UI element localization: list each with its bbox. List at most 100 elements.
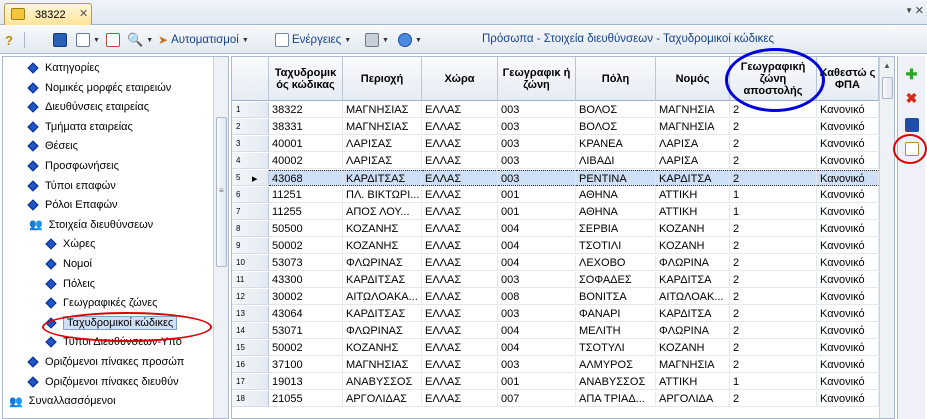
globe-dropdown-icon[interactable]: ▼ — [415, 37, 422, 44]
add-button[interactable]: ✚ — [903, 66, 920, 83]
table-cell[interactable]: 30002 — [269, 289, 343, 305]
table-cell[interactable]: ΜΑΓΝΗΣΙΑΣ — [343, 119, 422, 135]
globe-icon[interactable]: ▼ — [398, 31, 422, 49]
table-cell[interactable]: ΚΑΡΔΙΤΣΑ — [656, 170, 730, 186]
table-cell[interactable]: ΑΙΤΩΛΟΑΚ... — [656, 289, 730, 305]
table-cell[interactable]: 004 — [498, 221, 576, 237]
table-cell[interactable]: Κανονικό — [817, 102, 879, 118]
table-cell[interactable]: 43064 — [269, 306, 343, 322]
new-record-dropdown-icon[interactable]: ▼ — [93, 37, 100, 44]
table-cell[interactable]: ΦΛΩΡΙΝΑ — [656, 255, 730, 271]
table-cell[interactable]: ΚΟΖΑΝΗ — [656, 340, 730, 356]
table-cell[interactable]: Κανονικό — [817, 221, 879, 237]
table-cell[interactable]: ΕΛΛΑΣ — [422, 374, 498, 390]
column-header[interactable]: Περιοχή — [343, 57, 422, 101]
table-cell[interactable]: 11255 — [269, 204, 343, 220]
print-dropdown-icon[interactable]: ▼ — [382, 37, 389, 44]
row-number[interactable]: 16 — [232, 357, 269, 373]
search-dropdown-icon[interactable]: ▼ — [146, 37, 153, 44]
table-cell[interactable]: 2 — [730, 136, 817, 152]
table-cell[interactable]: 003 — [498, 119, 576, 135]
table-cell[interactable]: ΚΟΖΑΝΗΣ — [343, 221, 422, 237]
tree-item[interactable]: Οριζόμενοι πίνακες προσώπ — [27, 353, 184, 371]
tree-item[interactable]: Κατηγορίες — [27, 59, 100, 77]
row-number[interactable]: 14 — [232, 323, 269, 339]
table-cell[interactable]: Κανονικό — [817, 153, 879, 169]
table-cell[interactable]: ΕΛΛΑΣ — [422, 153, 498, 169]
table-cell[interactable]: 19013 — [269, 374, 343, 390]
tree-item[interactable]: Χώρες — [45, 235, 95, 253]
tree-scrollbar[interactable]: ≡ — [213, 57, 228, 418]
table-cell[interactable]: ΚΑΡΔΙΤΣΑΣ — [343, 272, 422, 288]
save-icon[interactable] — [53, 31, 67, 49]
table-cell[interactable]: ΑΘΗΝΑ — [576, 204, 656, 220]
table-cell[interactable]: ΜΑΓΝΗΣΙΑ — [656, 102, 730, 118]
table-cell[interactable]: ΕΛΛΑΣ — [422, 221, 498, 237]
column-header[interactable]: Πόλη — [576, 57, 656, 101]
table-cell[interactable]: ΛΙΒΑΔΙ — [576, 153, 656, 169]
table-cell[interactable]: ΚΟΖΑΝΗΣ — [343, 238, 422, 254]
table-cell[interactable]: ΤΣΟΤΙΛΙ — [576, 238, 656, 254]
table-cell[interactable]: 37100 — [269, 357, 343, 373]
table-cell[interactable]: Κανονικό — [817, 374, 879, 390]
table-cell[interactable]: ΕΛΛΑΣ — [422, 340, 498, 356]
table-cell[interactable]: ΛΑΡΙΣΑ — [656, 136, 730, 152]
table-cell[interactable]: ΕΛΛΑΣ — [422, 357, 498, 373]
table-cell[interactable]: ΦΛΩΡΙΝΑ — [656, 323, 730, 339]
help-icon[interactable]: ? — [5, 31, 13, 49]
table-cell[interactable]: ΜΑΓΝΗΣΙΑΣ — [343, 102, 422, 118]
row-number[interactable]: 13 — [232, 306, 269, 322]
table-cell[interactable]: 001 — [498, 374, 576, 390]
table-cell[interactable]: ΜΕΛΙΤΗ — [576, 323, 656, 339]
table-cell[interactable]: 003 — [498, 306, 576, 322]
window-close-icon[interactable]: ✕ — [915, 4, 924, 17]
table-cell[interactable]: ΕΛΛΑΣ — [422, 323, 498, 339]
table-cell[interactable]: ΑΡΓΟΛΙΔΑ — [656, 391, 730, 407]
table-cell[interactable]: 2 — [730, 119, 817, 135]
table-cell[interactable]: Κανονικό — [817, 340, 879, 356]
table-cell[interactable]: ΣΟΦΑΔΕΣ — [576, 272, 656, 288]
tree-item[interactable]: Προσφωνήσεις — [27, 157, 119, 175]
table-cell[interactable]: ΚΑΡΔΙΤΣΑ — [656, 272, 730, 288]
tree-item[interactable]: Πόλεις — [45, 275, 95, 293]
table-cell[interactable]: 2 — [730, 238, 817, 254]
table-cell[interactable]: 50002 — [269, 340, 343, 356]
table-cell[interactable]: ΕΛΛΑΣ — [422, 204, 498, 220]
table-cell[interactable]: 2 — [730, 153, 817, 169]
table-cell[interactable]: 2 — [730, 221, 817, 237]
table-cell[interactable]: 008 — [498, 289, 576, 305]
table-cell[interactable]: ΕΛΛΑΣ — [422, 391, 498, 407]
tree-item[interactable]: Ρόλοι Επαφών — [27, 196, 118, 214]
table-cell[interactable]: ΑΤΤΙΚΗ — [656, 204, 730, 220]
table-cell[interactable]: Κανονικό — [817, 238, 879, 254]
column-header[interactable]: Καθεστώ ς ΦΠΑ — [817, 57, 879, 101]
table-cell[interactable]: 003 — [498, 136, 576, 152]
scroll-up-icon[interactable]: ▲ — [883, 61, 891, 70]
table-cell[interactable]: ΕΛΛΑΣ — [422, 255, 498, 271]
table-cell[interactable]: Κανονικό — [817, 204, 879, 220]
column-header[interactable]: Νομός — [656, 57, 730, 101]
table-cell[interactable]: ΑΘΗΝΑ — [576, 187, 656, 203]
table-cell[interactable]: ΚΑΡΔΙΤΣΑΣ — [343, 170, 422, 186]
table-cell[interactable]: 2 — [730, 357, 817, 373]
table-cell[interactable]: 004 — [498, 323, 576, 339]
table-cell[interactable]: ΚΑΡΔΙΤΣΑΣ — [343, 306, 422, 322]
table-cell[interactable]: 50002 — [269, 238, 343, 254]
table-cell[interactable]: 40002 — [269, 153, 343, 169]
table-cell[interactable]: Κανονικό — [817, 323, 879, 339]
grid-scrollbar-thumb[interactable] — [882, 77, 893, 99]
table-cell[interactable]: ΚΑΡΔΙΤΣΑ — [656, 306, 730, 322]
row-number[interactable]: 9 — [232, 238, 269, 254]
table-cell[interactable]: 004 — [498, 238, 576, 254]
table-cell[interactable]: 004 — [498, 340, 576, 356]
table-cell[interactable]: 53071 — [269, 323, 343, 339]
table-cell[interactable]: ΜΑΓΝΗΣΙΑ — [656, 119, 730, 135]
table-cell[interactable]: 001 — [498, 204, 576, 220]
table-cell[interactable]: ΦΑΝΑΡΙ — [576, 306, 656, 322]
actions-menu[interactable]: Ενέργειες ▼ — [275, 31, 351, 49]
tree-item[interactable]: Τμήματα εταιρείας — [27, 118, 133, 136]
table-cell[interactable]: ΑΝΑΒΥΣΣΟΣ — [343, 374, 422, 390]
table-cell[interactable]: ΕΛΛΑΣ — [422, 289, 498, 305]
tree-item[interactable]: Νομοί — [45, 255, 92, 273]
tree-item[interactable]: Θέσεις — [27, 137, 78, 155]
